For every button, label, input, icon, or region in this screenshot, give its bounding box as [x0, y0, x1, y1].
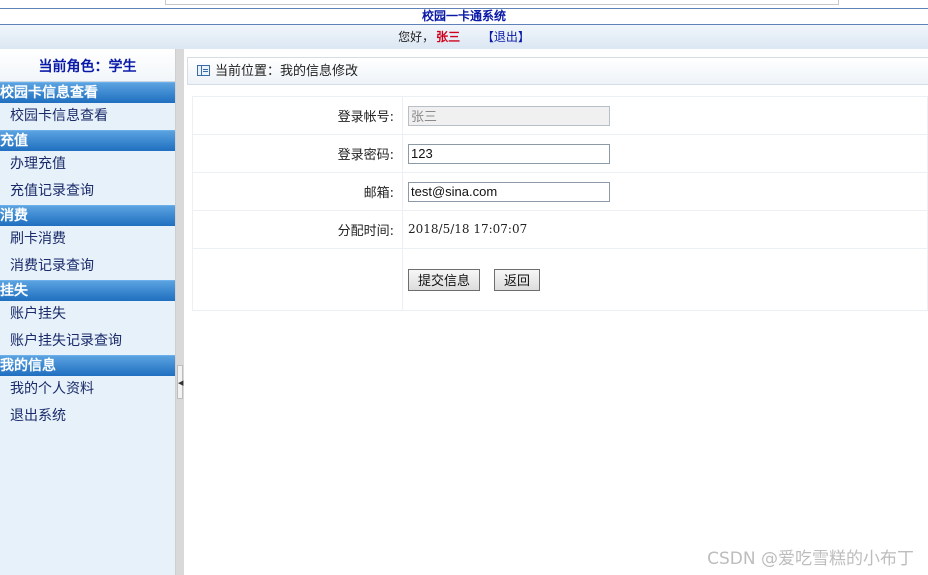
- sidebar-item-card-info[interactable]: 校园卡信息查看: [0, 103, 175, 130]
- sidebar-item-loss-records[interactable]: 账户挂失记录查询: [0, 328, 175, 355]
- system-title: 校园一卡通系统: [421, 9, 506, 23]
- password-label: 登录密码:: [192, 134, 403, 173]
- account-label: 登录帐号:: [192, 96, 403, 135]
- form-row-email: 邮箱:: [192, 172, 928, 211]
- top-strip: [0, 0, 928, 8]
- sidebar-item-report-loss[interactable]: 账户挂失: [0, 301, 175, 328]
- form-row-password: 登录密码:: [192, 134, 928, 173]
- watermark: CSDN @爱吃雪糕的小布丁: [707, 549, 914, 569]
- sidebar-group-card-info[interactable]: 校园卡信息查看: [0, 82, 175, 103]
- assign-time-label: 分配时间:: [192, 210, 403, 249]
- form-row-assign-time: 分配时间: 2018/5/18 17:07:07: [192, 210, 928, 249]
- back-button[interactable]: 返回: [494, 268, 541, 291]
- sidebar-item-swipe-consume[interactable]: 刷卡消费: [0, 226, 175, 253]
- sidebar-group-report-loss[interactable]: 挂失: [0, 280, 175, 301]
- sidebar-splitter[interactable]: ◀: [175, 49, 184, 575]
- sidebar-item-my-profile[interactable]: 我的个人资料: [0, 376, 175, 403]
- account-field: [408, 105, 610, 126]
- sidebar-item-consume-records[interactable]: 消费记录查询: [0, 253, 175, 280]
- sidebar-item-exit-system[interactable]: 退出系统: [0, 403, 175, 430]
- greeting-text: 您好，: [398, 30, 435, 44]
- username: 张三: [436, 30, 461, 44]
- collapse-arrow-icon[interactable]: ◀: [177, 365, 183, 399]
- sidebar-group-my-info[interactable]: 我的信息: [0, 355, 175, 376]
- role-label: 当前角色：学生: [0, 49, 175, 82]
- sidebar-group-consume[interactable]: 消费: [0, 205, 175, 226]
- email-field[interactable]: [408, 181, 610, 202]
- top-frame: [165, 0, 839, 5]
- welcome-bar: 您好， 张三 【退出】: [0, 25, 928, 49]
- breadcrumb: 当前位置：我的信息修改: [187, 57, 928, 85]
- panel-icon: [197, 65, 210, 76]
- form-row-account: 登录帐号:: [192, 96, 928, 135]
- sidebar-item-do-recharge[interactable]: 办理充值: [0, 151, 175, 178]
- logout-link[interactable]: 【退出】: [482, 30, 530, 44]
- submit-button[interactable]: 提交信息: [408, 268, 481, 291]
- breadcrumb-text: 当前位置：我的信息修改: [215, 64, 359, 79]
- assign-time-value: 2018/5/18 17:07:07: [408, 222, 528, 236]
- sidebar-item-recharge-records[interactable]: 充值记录查询: [0, 178, 175, 205]
- email-label: 邮箱:: [192, 172, 403, 211]
- password-field[interactable]: [408, 143, 610, 164]
- sidebar-group-recharge[interactable]: 充值: [0, 130, 175, 151]
- profile-form: 登录帐号: 登录密码: 邮箱: 分配时间: 2018/5/18 17:07:07…: [192, 96, 928, 311]
- sidebar: 当前角色：学生 校园卡信息查看 校园卡信息查看 充值 办理充值 充值记录查询 消…: [0, 49, 175, 575]
- title-bar: 校园一卡通系统: [0, 8, 928, 25]
- form-row-buttons: 提交信息 返回: [192, 248, 928, 311]
